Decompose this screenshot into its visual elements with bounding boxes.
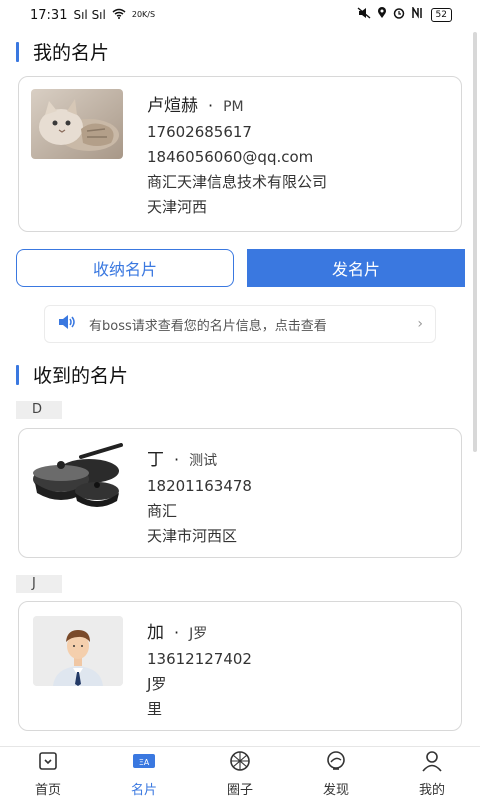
send-card-button[interactable]: 发名片 [247,249,465,287]
tab-mine-label: 我的 [418,782,445,798]
tab-circle-label: 圈子 [226,782,253,798]
my-card-phone: 17602685617 [147,123,252,141]
wifi-icon [112,8,126,22]
tab-home-label: 首页 [34,782,61,798]
chevron-right-icon: › [417,316,423,332]
my-card-company: 商汇天津信息技术有限公司 [147,173,328,191]
my-card-title-text: 我的名片 [33,42,110,64]
title-accent-bar [16,41,19,62]
tab-circle[interactable]: 圈子 [200,750,280,798]
my-card-address: 天津河西 [147,198,208,216]
tab-mine[interactable]: 我的 [392,750,472,798]
home-icon [37,750,59,776]
my-business-card[interactable]: 卢煊赫 · PM 17602685617 1846056060@qq.com 商… [18,76,462,232]
received-card-company: 商汇 [147,502,178,520]
received-card-name-row: 加 · J罗 [147,620,252,647]
index-letter-d: D [16,401,62,419]
tab-cards-label: 名片 [130,782,157,798]
received-card[interactable]: 加 · J罗 13612127402 J罗 里 [18,601,462,731]
received-card-name: 丁 [147,450,164,470]
user-icon [421,750,443,776]
received-card-info: 加 · J罗 13612127402 J罗 里 [147,620,252,722]
status-time: 17:31 [30,7,68,23]
mute-icon [357,7,371,23]
received-card-role: J罗 [189,626,208,642]
my-card-name-row: 卢煊赫 · PM [147,93,327,120]
received-card-address: 天津市河西区 [147,527,238,545]
svg-text:ΞA: ΞA [139,758,150,767]
card-icon: ΞA [132,750,156,776]
my-card-email: 1846056060@qq.com [147,148,314,166]
tab-discover[interactable]: 发现 [296,750,376,798]
received-card[interactable]: 丁 · 测试 18201163478 商汇 天津市河西区 [18,428,462,558]
received-card-role: 测试 [189,453,218,469]
signal-icon: Sıl Sıl [73,8,106,22]
notice-text: 有boss请求查看您的名片信息，点击查看 [89,318,327,334]
received-card-address: 里 [147,700,163,718]
collect-cards-button[interactable]: 收纳名片 [16,249,234,287]
alarm-icon [393,7,405,23]
bottom-tab-bar: 首页 ΞA 名片 圈子 发现 我的 [0,746,480,800]
tab-cards[interactable]: ΞA 名片 [104,750,184,798]
received-cards-title-text: 收到的名片 [33,365,129,387]
tab-home[interactable]: 首页 [8,750,88,798]
battery-indicator: 52 [430,8,452,22]
separator-dot: · [208,96,214,115]
cookware-avatar-image [31,443,127,513]
location-icon [377,7,387,23]
status-bar: 17:31 Sıl Sıl 20K/S 52 [0,0,480,30]
person-avatar-image [33,616,123,686]
title-accent-bar [16,364,19,385]
received-card-phone: 13612127402 [147,650,252,668]
index-letter-j: J [16,575,62,593]
my-card-role: PM [223,99,244,115]
speaker-icon [57,314,77,334]
network-speed: 20K/S [131,10,156,19]
my-card-title: 我的名片 [16,38,109,65]
received-cards-title: 收到的名片 [16,361,128,388]
received-card-name-row: 丁 · 测试 [147,447,252,474]
separator-dot: · [174,623,180,642]
tab-discover-label: 发现 [322,782,349,798]
my-card-info: 卢煊赫 · PM 17602685617 1846056060@qq.com 商… [147,93,327,220]
my-card-name: 卢煊赫 [147,96,198,116]
boss-request-notice[interactable]: 有boss请求查看您的名片信息，点击查看 › [44,305,436,343]
received-card-company: J罗 [147,675,167,693]
circle-icon [228,750,252,776]
separator-dot: · [174,450,180,469]
cat-avatar-image [31,89,123,159]
received-card-phone: 18201163478 [147,477,252,495]
scrollbar[interactable] [473,32,477,452]
received-card-name: 加 [147,623,164,643]
discover-icon [325,750,347,776]
nfc-icon [411,5,425,23]
received-card-info: 丁 · 测试 18201163478 商汇 天津市河西区 [147,447,252,549]
